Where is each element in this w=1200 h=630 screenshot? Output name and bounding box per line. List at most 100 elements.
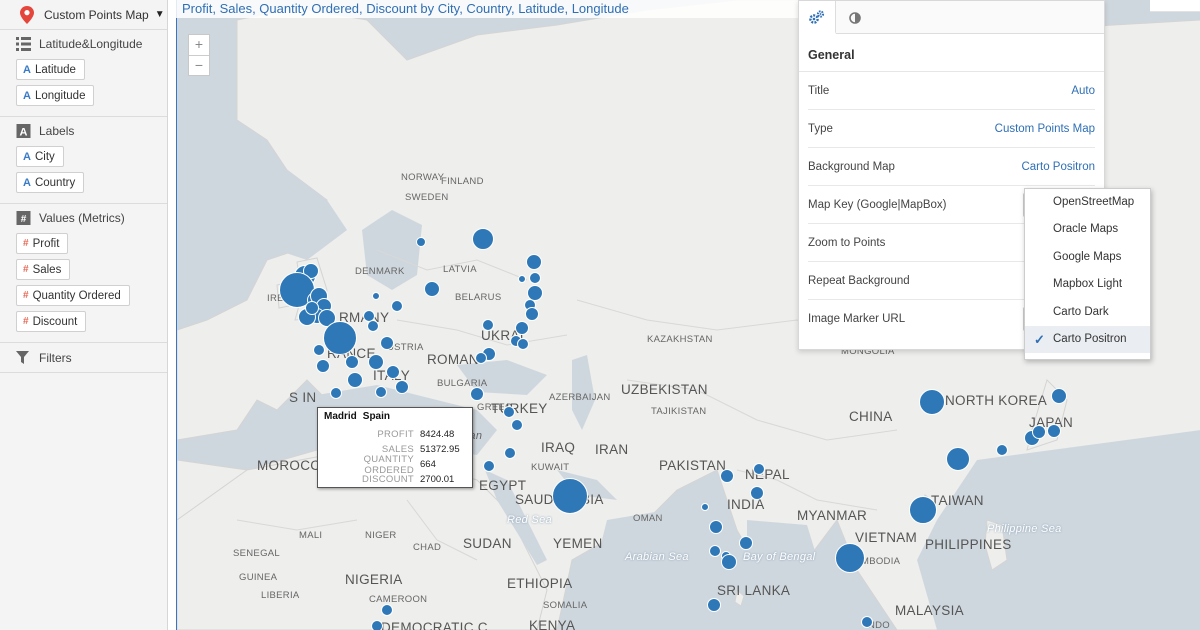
option-label: Google Maps	[1053, 250, 1122, 263]
map-data-point[interactable]	[347, 372, 363, 388]
pill-discount[interactable]: # Discount	[16, 311, 87, 332]
dropdown-option-openstreetmap[interactable]: OpenStreetMap	[1025, 189, 1150, 216]
section-title: Labels	[39, 124, 75, 138]
map-data-point[interactable]	[386, 365, 400, 379]
map-data-point[interactable]	[946, 447, 970, 471]
pill-country[interactable]: A Country	[16, 172, 85, 193]
zoom-in-button[interactable]: +	[189, 35, 209, 55]
tooltip-value: 664	[420, 459, 436, 470]
map-data-point[interactable]	[345, 355, 359, 369]
map-data-point[interactable]	[330, 387, 342, 399]
section-lat-long: Latitude&Longitude A Latitude A Longitude	[0, 30, 167, 117]
map-data-point[interactable]	[1047, 424, 1061, 438]
pill-profit[interactable]: # Profit	[16, 233, 69, 254]
map-data-point[interactable]	[518, 275, 526, 283]
map-data-point[interactable]	[375, 386, 387, 398]
tooltip-key: QUANTITY ORDERED	[363, 453, 414, 476]
map-data-point[interactable]	[367, 320, 379, 332]
attribute-type-icon: A	[23, 150, 31, 163]
dropdown-option-mapbox-light[interactable]: Mapbox Light	[1025, 271, 1150, 298]
section-values: # Values (Metrics) # Profit # Sales # Quant…	[0, 204, 167, 343]
map-data-point[interactable]	[380, 336, 394, 350]
option-label: Carto Positron	[1053, 332, 1127, 345]
property-label: Repeat Background	[808, 274, 910, 287]
map-data-point[interactable]	[371, 620, 383, 630]
chevron-down-icon[interactable]: ▼	[155, 9, 165, 20]
dropdown-option-oracle-maps[interactable]: Oracle Maps	[1025, 216, 1150, 243]
map-data-point[interactable]	[919, 389, 945, 415]
dropdown-option-carto-positron[interactable]: ✓ Carto Positron	[1025, 325, 1150, 354]
map-data-point[interactable]	[470, 387, 484, 401]
svg-text:#: #	[21, 214, 27, 225]
map-data-point[interactable]	[503, 406, 515, 418]
map-data-point[interactable]	[395, 380, 409, 394]
map-data-point[interactable]	[424, 281, 440, 297]
option-label: Oracle Maps	[1053, 223, 1119, 236]
map-data-point[interactable]	[1051, 388, 1067, 404]
map-data-point[interactable]	[552, 478, 588, 514]
contrast-icon	[848, 11, 861, 24]
map-data-point[interactable]	[381, 604, 393, 616]
label-icon: A	[16, 124, 31, 138]
tooltip-city: Madrid	[324, 411, 357, 422]
map-data-point[interactable]	[909, 496, 937, 524]
map-data-point[interactable]	[416, 237, 426, 247]
hash-icon: #	[16, 211, 31, 225]
map-data-point[interactable]	[472, 228, 494, 250]
map-data-point[interactable]	[313, 344, 325, 356]
map-data-point[interactable]	[391, 300, 403, 312]
map-point-tooltip: Madrid Spain PROFIT 8424.48 SALES 51372.95 …	[317, 407, 473, 488]
svg-text:A: A	[20, 127, 28, 139]
visualization-type-selector[interactable]: Custom Points Map ▼	[0, 0, 167, 30]
background-map-selector[interactable]: Carto Positron	[1021, 161, 1095, 173]
map-data-point[interactable]	[861, 616, 873, 628]
map-data-point[interactable]	[316, 359, 330, 373]
pill-label: Country	[34, 176, 76, 189]
map-data-point[interactable]	[720, 469, 734, 483]
visualization-type-label: Custom Points Map	[44, 7, 149, 22]
map-data-point[interactable]	[482, 319, 494, 331]
dropdown-option-carto-dark[interactable]: Carto Dark	[1025, 299, 1150, 326]
zoom-out-button[interactable]: −	[189, 55, 209, 75]
tooltip-value: 8424.48	[420, 429, 455, 440]
pill-quantity-ordered[interactable]: # Quantity Ordered	[16, 285, 130, 306]
tooltip-key: PROFIT	[377, 429, 414, 440]
map-data-point[interactable]	[1032, 425, 1046, 439]
map-data-point[interactable]	[323, 321, 357, 355]
map-data-point[interactable]	[529, 272, 541, 284]
map-data-point[interactable]	[750, 486, 764, 500]
map-data-point[interactable]	[372, 292, 380, 300]
map-data-point[interactable]	[709, 545, 721, 557]
map-data-point[interactable]	[483, 460, 495, 472]
map-data-point[interactable]	[526, 254, 542, 270]
map-data-point[interactable]	[475, 352, 487, 364]
filters-label: Filters	[39, 350, 72, 365]
property-value-link[interactable]: Custom Points Map	[995, 123, 1095, 135]
pill-sales[interactable]: # Sales	[16, 259, 71, 280]
pill-latitude[interactable]: A Latitude	[16, 59, 85, 80]
map-data-point[interactable]	[739, 536, 753, 550]
property-value-link[interactable]: Auto	[1071, 85, 1095, 97]
map-data-point[interactable]	[996, 444, 1008, 456]
pill-city[interactable]: A City	[16, 146, 64, 167]
map-data-point[interactable]	[707, 598, 721, 612]
map-data-point[interactable]	[511, 419, 523, 431]
map-data-point[interactable]	[721, 554, 737, 570]
property-label: Image Marker URL	[808, 313, 906, 325]
map-data-point[interactable]	[753, 463, 765, 475]
filters-section[interactable]: Filters	[0, 343, 167, 373]
tab-general-settings[interactable]	[799, 1, 836, 34]
map-data-point[interactable]	[835, 543, 865, 573]
map-data-point[interactable]	[305, 301, 319, 315]
map-data-point[interactable]	[515, 321, 529, 335]
map-data-point[interactable]	[504, 447, 516, 459]
pill-longitude[interactable]: A Longitude	[16, 85, 95, 106]
map-data-point[interactable]	[517, 338, 529, 350]
map-data-point[interactable]	[368, 354, 384, 370]
map-data-point[interactable]	[525, 307, 539, 321]
map-data-point[interactable]	[709, 520, 723, 534]
pill-label: Discount	[32, 315, 78, 328]
map-data-point[interactable]	[701, 503, 709, 511]
tab-style[interactable]	[836, 1, 873, 34]
dropdown-option-google-maps[interactable]: Google Maps	[1025, 244, 1150, 271]
